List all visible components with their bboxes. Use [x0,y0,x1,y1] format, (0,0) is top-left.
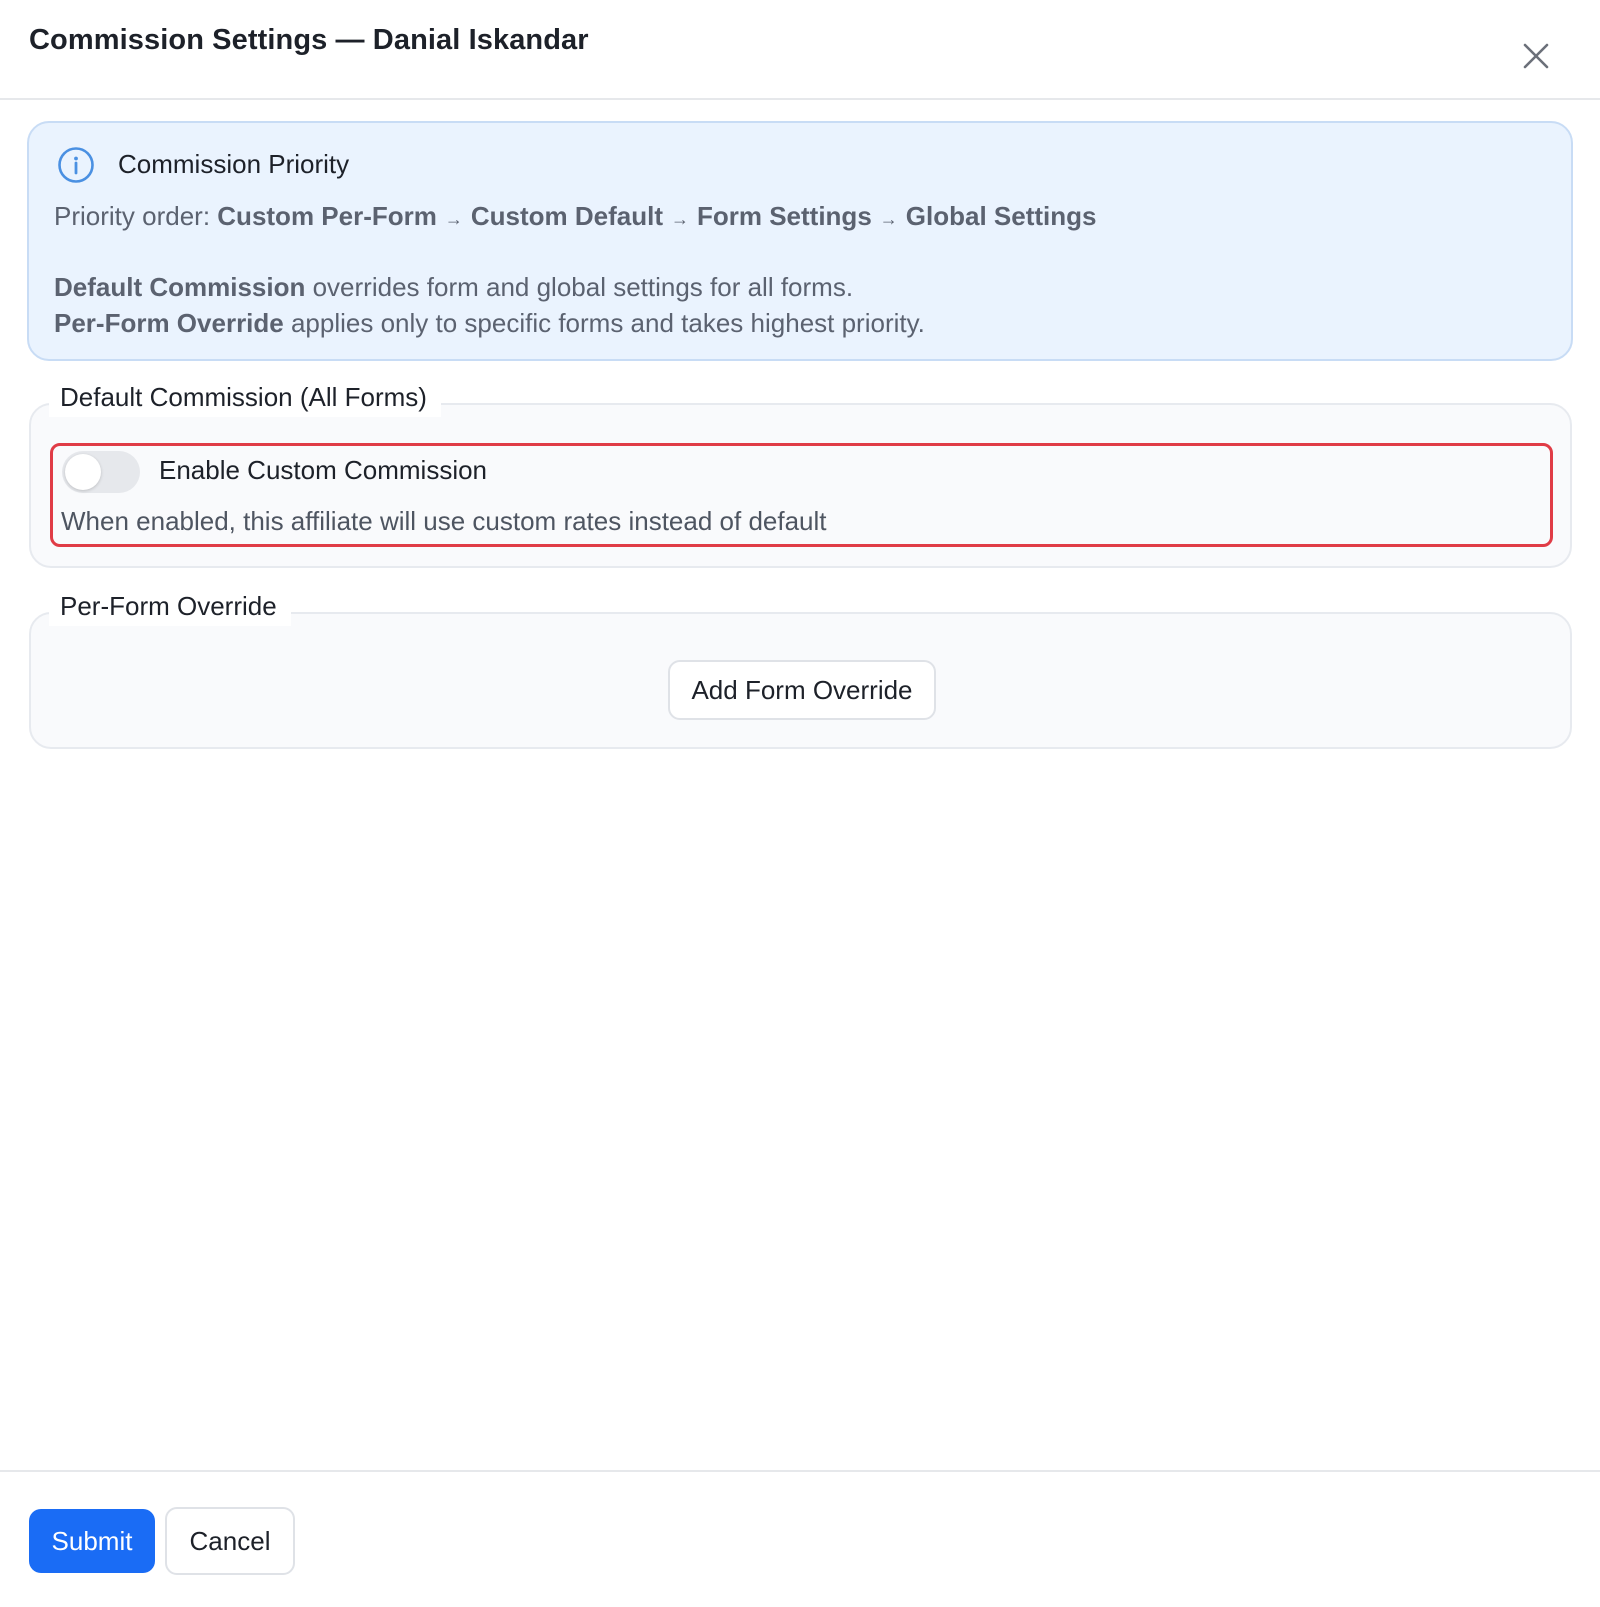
custom-commission-highlight: Enable Custom Commission When enabled, t… [50,443,1553,547]
cancel-button[interactable]: Cancel [165,1507,295,1575]
modal-footer: Submit Cancel [0,1470,1600,1607]
priority-arrow: → [444,209,463,229]
toggle-knob [65,454,101,490]
enable-custom-commission-label: Enable Custom Commission [159,455,488,485]
priority-order-line: Priority order: Custom Per-Form → Custom D… [54,201,1096,232]
priority-item: Global Settings [905,201,1097,231]
default-commission-section: Default Commission (All Forms) Enable Cu… [29,377,1572,568]
per-form-override-legend: Per-Form Override [49,586,291,626]
info-icon [58,147,94,183]
default-commission-bold: Default Commission [54,272,306,302]
modal-title: Commission Settings — Danial Iskandar [29,24,589,56]
priority-item: Custom Per-Form [217,201,437,231]
add-form-override-button[interactable]: Add Form Override [668,660,936,720]
default-commission-text: overrides form and global settings for a… [305,272,854,302]
default-commission-note: Default Commission overrides form and gl… [54,272,853,303]
per-form-override-text: applies only to specific forms and takes… [283,308,925,338]
enable-custom-commission-toggle[interactable] [62,451,140,493]
per-form-override-note: Per-Form Override applies only to specif… [54,308,925,339]
commission-settings-modal: Commission Settings — Danial Iskandar Co… [0,0,1600,1607]
custom-commission-help-text: When enabled, this affiliate will use cu… [61,506,827,536]
priority-item: Custom Default [470,201,663,231]
close-button[interactable] [1518,38,1554,74]
commission-priority-info: Commission Priority Priority order: Cust… [27,121,1573,361]
close-icon [1523,43,1549,69]
submit-button[interactable]: Submit [29,1509,155,1573]
priority-arrow: → [879,209,898,229]
modal-header: Commission Settings — Danial Iskandar [0,0,1600,100]
default-commission-legend: Default Commission (All Forms) [49,377,441,417]
priority-prefix: Priority order: [54,201,211,231]
priority-arrow: → [670,209,689,229]
per-form-override-bold: Per-Form Override [54,308,284,338]
per-form-override-section: Per-Form Override Add Form Override [29,586,1572,749]
info-heading: Commission Priority [118,149,350,179]
priority-item: Form Settings [696,201,872,231]
